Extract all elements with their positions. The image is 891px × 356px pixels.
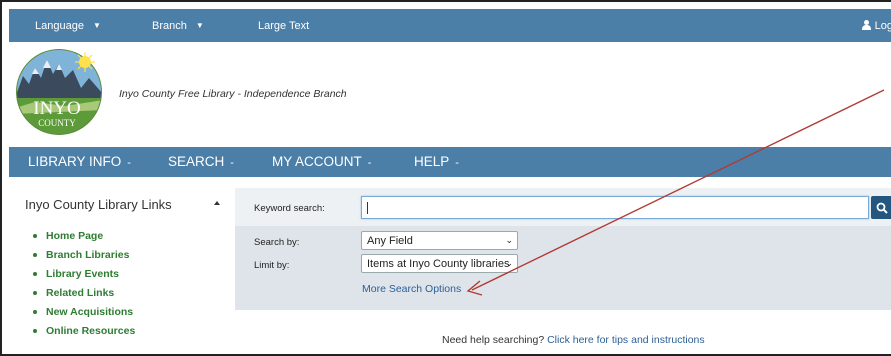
more-search-options-link[interactable]: More Search Options: [362, 283, 461, 295]
caret-icon: -: [455, 157, 459, 169]
search-by-label: Search by:: [254, 237, 300, 248]
help-line: Need help searching? Click here for tips…: [442, 334, 705, 346]
bullet-icon: [33, 328, 37, 333]
search-button[interactable]: [871, 196, 891, 219]
main-navigation: LIBRARY INFO - SEARCH - MY ACCOUNT - HELP -: [9, 147, 891, 177]
link-label: New Acquisitions: [46, 305, 134, 318]
library-name: Inyo County Free Library - Independence …: [119, 88, 347, 100]
sidebar-title[interactable]: Inyo County Library Links: [25, 197, 172, 212]
bullet-icon: [33, 309, 37, 314]
help-tips-link[interactable]: Click here for tips and instructions: [547, 334, 705, 346]
bullet-icon: [33, 252, 37, 257]
limit-by-label: Limit by:: [254, 260, 290, 271]
sidebar-link-new-acquisitions[interactable]: New Acquisitions: [33, 302, 135, 321]
caret-down-icon: ▼: [92, 21, 101, 30]
collapse-caret-icon[interactable]: [214, 201, 220, 205]
login-label: Log: [874, 20, 891, 32]
keyword-search-label: Keyword search:: [254, 203, 325, 214]
nav-label: HELP: [414, 154, 450, 169]
help-prefix: Need help searching?: [442, 334, 545, 346]
link-label: Related Links: [46, 286, 115, 299]
branch-menu[interactable]: Branch ▼: [152, 20, 204, 32]
nav-help[interactable]: HELP -: [414, 154, 459, 169]
login-link[interactable]: Log: [861, 20, 891, 32]
logo-subtext: COUNTY: [38, 118, 76, 128]
chevron-down-icon: ⌄: [505, 235, 513, 245]
bullet-icon: [33, 290, 37, 295]
search-by-select[interactable]: Any Field ⌄: [361, 231, 518, 250]
sidebar-link-branch-libraries[interactable]: Branch Libraries: [33, 245, 135, 264]
caret-icon: -: [230, 157, 234, 169]
search-icon: [876, 202, 888, 214]
link-label: Home Page: [46, 229, 104, 242]
language-menu[interactable]: Language ▼: [35, 20, 101, 32]
bullet-icon: [33, 271, 37, 276]
sidebar-link-related-links[interactable]: Related Links: [33, 283, 135, 302]
caret-icon: -: [127, 157, 131, 169]
chevron-down-icon: ⌄: [505, 258, 513, 268]
nav-my-account[interactable]: MY ACCOUNT -: [272, 154, 371, 169]
bullet-icon: [33, 233, 37, 238]
nav-label: MY ACCOUNT: [272, 154, 362, 169]
caret-icon: -: [367, 157, 372, 169]
sidebar-link-online-resources[interactable]: Online Resources: [33, 321, 135, 340]
link-label: Library Events: [46, 267, 119, 280]
nav-label: LIBRARY INFO: [28, 154, 122, 169]
nav-library-info[interactable]: LIBRARY INFO -: [28, 154, 131, 169]
link-label: Online Resources: [46, 324, 136, 337]
language-label: Language: [35, 20, 84, 32]
sidebar-links: Home Page Branch Libraries Library Event…: [33, 226, 135, 340]
nav-label: SEARCH: [168, 154, 225, 169]
sidebar-link-home-page[interactable]: Home Page: [33, 226, 135, 245]
inyo-county-logo[interactable]: INYO COUNTY: [15, 48, 103, 136]
search-by-value: Any Field: [367, 235, 413, 247]
text-cursor: [367, 202, 368, 214]
logo-text: INYO: [33, 98, 81, 119]
limit-by-value: Items at Inyo County libraries: [367, 258, 510, 270]
large-text-toggle[interactable]: Large Text: [258, 20, 309, 32]
caret-down-icon: ▼: [195, 21, 204, 30]
browser-frame: Language ▼ Branch ▼ Large Text Log: [0, 0, 891, 356]
keyword-search-input[interactable]: [361, 196, 869, 219]
limit-by-select[interactable]: Items at Inyo County libraries ⌄: [361, 254, 518, 273]
site-header: INYO COUNTY Inyo County Free Library - I…: [9, 42, 891, 147]
top-utility-bar: Language ▼ Branch ▼ Large Text Log: [9, 9, 891, 42]
branch-label: Branch: [152, 20, 187, 32]
link-label: Branch Libraries: [46, 248, 130, 261]
user-icon: [861, 20, 871, 30]
sidebar-link-library-events[interactable]: Library Events: [33, 264, 135, 283]
nav-search[interactable]: SEARCH -: [168, 154, 234, 169]
